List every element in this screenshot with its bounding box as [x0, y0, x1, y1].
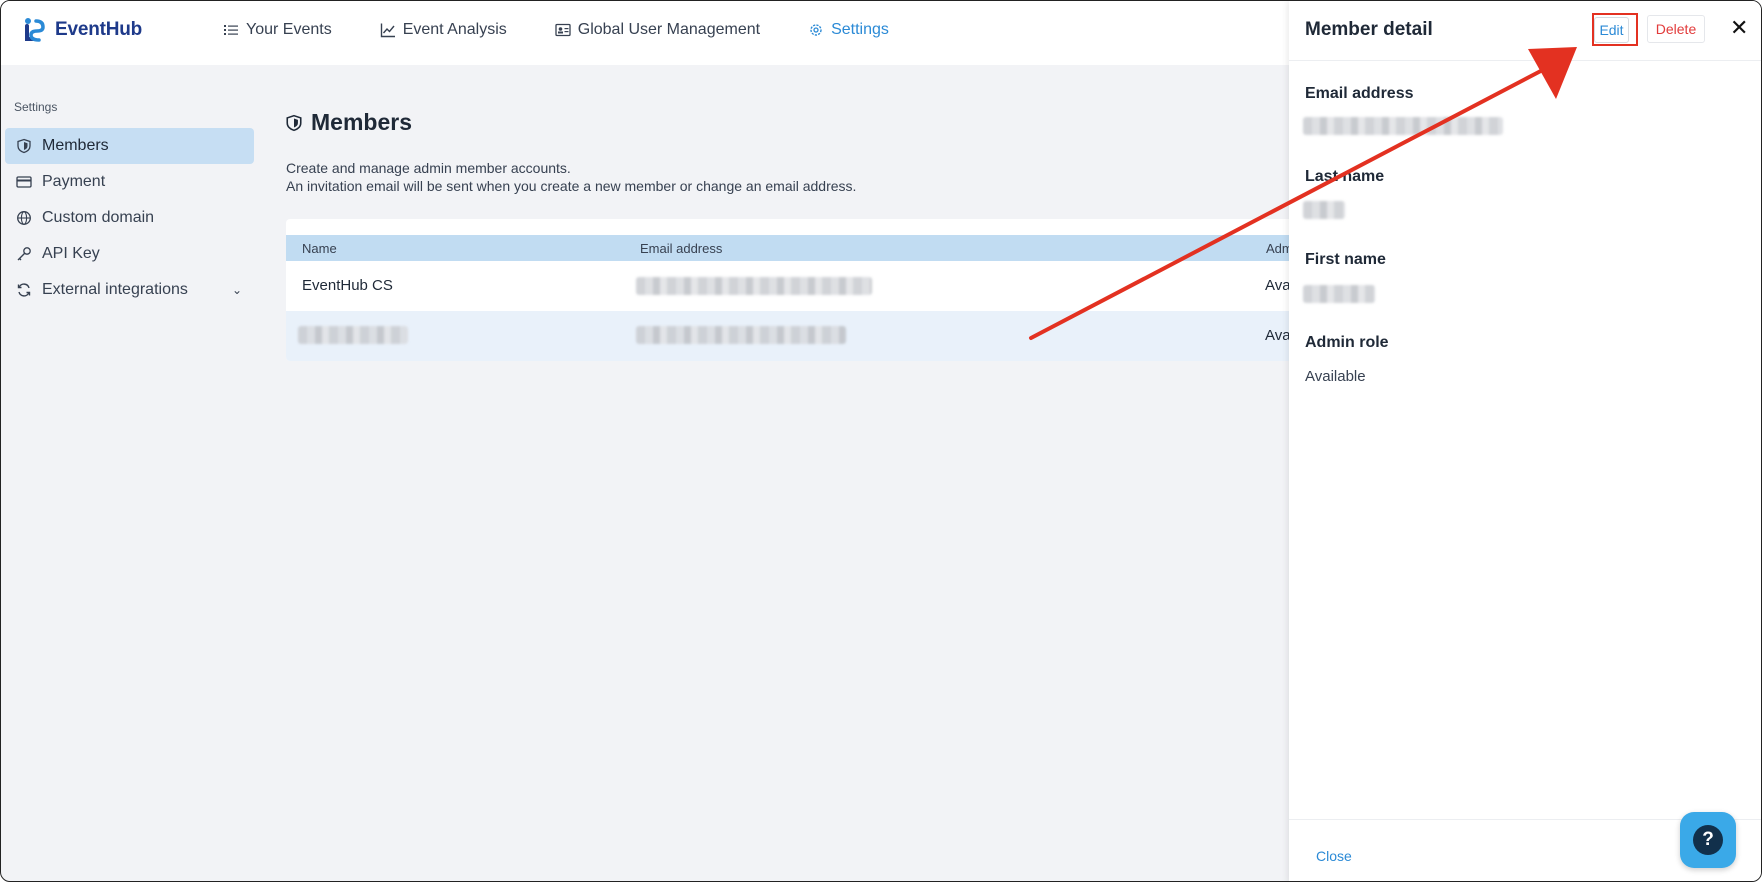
- redacted-email: [636, 277, 872, 295]
- sidebar-item-label: Members: [42, 137, 109, 154]
- sidebar-item-label: Payment: [42, 173, 106, 190]
- first-name-label: First name: [1305, 251, 1386, 268]
- sidebar-item-label: API Key: [42, 245, 100, 262]
- redacted-last-name: [1303, 201, 1345, 219]
- member-detail-drawer: Member detail Edit Delete ✕ Email addres…: [1289, 1, 1761, 881]
- nav-event-analysis[interactable]: Event Analysis: [380, 21, 507, 39]
- main-nav: Your Events Event Analysis Global User M…: [223, 21, 889, 39]
- logo-text: EventHub: [55, 19, 143, 40]
- member-name: EventHub CS: [302, 277, 393, 294]
- member-admin-role: Ava: [1265, 277, 1291, 294]
- sidebar-item-api-key[interactable]: API Key: [5, 236, 254, 272]
- redacted-name: [298, 326, 408, 344]
- shield-icon: [17, 138, 31, 154]
- page-title: Members: [285, 109, 412, 136]
- question-icon: ?: [1693, 825, 1723, 855]
- drawer-header: Member detail Edit Delete ✕: [1289, 1, 1761, 61]
- sidebar-item-label: External integrations: [42, 281, 188, 298]
- app-frame: EventHub Your Events Event Analysis Glob…: [0, 0, 1762, 882]
- sidebar-item-label: Custom domain: [42, 209, 155, 226]
- nav-global-user-management-label: Global User Management: [577, 21, 761, 38]
- admin-role-label: Admin role: [1305, 334, 1389, 351]
- email-label: Email address: [1305, 85, 1414, 102]
- table-row[interactable]: Ava: [286, 311, 1306, 361]
- table-row[interactable]: EventHub CS Ava: [286, 261, 1306, 311]
- sidebar-item-members[interactable]: Members: [5, 128, 254, 164]
- gear-icon: [810, 24, 822, 36]
- credit-card-icon: [16, 176, 32, 188]
- chevron-down-icon[interactable]: ⌄: [232, 283, 242, 297]
- delete-button[interactable]: Delete: [1647, 15, 1705, 43]
- edit-highlight-box: [1592, 13, 1638, 46]
- column-header-email[interactable]: Email address: [640, 241, 722, 256]
- sidebar-item-external-integrations[interactable]: External integrations ⌄: [5, 272, 254, 308]
- nav-your-events-label: Your Events: [246, 21, 332, 38]
- page-description: Create and manage admin member accounts.…: [286, 159, 856, 195]
- help-button[interactable]: ?: [1680, 812, 1736, 868]
- key-icon: [17, 247, 31, 261]
- description-line-1: Create and manage admin member accounts.: [286, 160, 571, 176]
- globe-icon: [17, 211, 31, 225]
- list-icon: [224, 25, 238, 35]
- nav-settings[interactable]: Settings: [808, 21, 889, 39]
- nav-global-user-management[interactable]: Global User Management: [555, 21, 760, 39]
- members-table: Name Email address Adm EventHub CS Ava A…: [286, 219, 1306, 361]
- close-button[interactable]: Close: [1316, 848, 1352, 864]
- settings-sidebar: Settings Members Payment Custom domain A…: [1, 65, 263, 881]
- close-icon[interactable]: ✕: [1730, 15, 1748, 41]
- table-header: Name Email address Adm: [286, 235, 1306, 261]
- last-name-label: Last name: [1305, 168, 1385, 185]
- sidebar-heading: Settings: [14, 100, 58, 114]
- nav-settings-label: Settings: [831, 21, 889, 38]
- nav-your-events[interactable]: Your Events: [223, 21, 332, 39]
- sync-icon: [17, 283, 31, 297]
- column-header-name[interactable]: Name: [302, 241, 337, 256]
- drawer-title: Member detail: [1305, 19, 1433, 40]
- redacted-email: [636, 326, 846, 344]
- sidebar-list: Members Payment Custom domain API Key Ex…: [5, 128, 254, 308]
- id-card-icon: [555, 23, 571, 37]
- line-chart-icon: [380, 23, 395, 38]
- sidebar-item-payment[interactable]: Payment: [5, 164, 254, 200]
- eventhub-logo[interactable]: EventHub: [23, 17, 142, 43]
- redacted-email-value: [1303, 117, 1503, 135]
- shield-icon: [286, 114, 302, 131]
- description-line-2: An invitation email will be sent when yo…: [286, 178, 857, 194]
- nav-event-analysis-label: Event Analysis: [402, 21, 507, 38]
- admin-role-value: Available: [1305, 368, 1366, 385]
- eventhub-logo-icon: [25, 18, 45, 42]
- page-title-text: Members: [311, 109, 412, 135]
- member-admin-role: Ava: [1265, 327, 1291, 344]
- redacted-first-name: [1303, 285, 1375, 303]
- sidebar-item-custom-domain[interactable]: Custom domain: [5, 200, 254, 236]
